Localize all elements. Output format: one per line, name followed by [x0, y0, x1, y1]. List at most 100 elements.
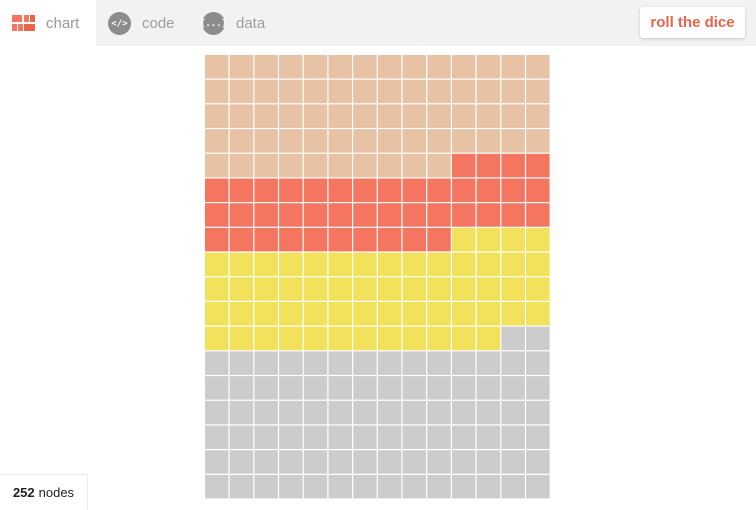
waffle-cell-series-1[interactable] [353, 153, 377, 178]
waffle-cell-series-3[interactable] [353, 302, 377, 326]
waffle-cell-series-1[interactable] [303, 153, 328, 178]
waffle-cell-series-4[interactable] [402, 351, 427, 375]
waffle-cell-series-3[interactable] [328, 252, 353, 277]
waffle-cell-series-4[interactable] [501, 450, 525, 474]
waffle-cell-series-3[interactable] [303, 277, 328, 301]
waffle-cell-series-4[interactable] [353, 351, 377, 375]
waffle-cell-series-4[interactable] [328, 425, 353, 450]
waffle-cell-series-1[interactable] [476, 104, 501, 128]
waffle-cell-series-3[interactable] [279, 252, 303, 277]
waffle-cell-series-4[interactable] [205, 425, 229, 450]
waffle-cell-series-2[interactable] [452, 153, 476, 178]
waffle-cell-series-4[interactable] [501, 376, 525, 400]
waffle-cell-series-4[interactable] [501, 400, 525, 425]
waffle-cell-series-4[interactable] [205, 450, 229, 474]
waffle-cell-series-4[interactable] [229, 351, 254, 375]
waffle-cell-series-1[interactable] [501, 79, 525, 104]
waffle-cell-series-2[interactable] [353, 178, 377, 203]
waffle-cell-series-4[interactable] [452, 351, 476, 375]
waffle-cell-series-1[interactable] [476, 55, 501, 79]
waffle-cell-series-1[interactable] [279, 104, 303, 128]
waffle-cell-series-4[interactable] [279, 351, 303, 375]
waffle-cell-series-3[interactable] [328, 326, 353, 351]
waffle-cell-series-4[interactable] [303, 450, 328, 474]
waffle-cell-series-3[interactable] [452, 277, 476, 301]
waffle-cell-series-1[interactable] [205, 55, 229, 79]
waffle-cell-series-3[interactable] [452, 227, 476, 252]
waffle-cell-series-2[interactable] [377, 227, 402, 252]
waffle-cell-series-3[interactable] [501, 302, 525, 326]
waffle-cell-series-1[interactable] [353, 79, 377, 104]
waffle-cell-series-4[interactable] [205, 351, 229, 375]
waffle-cell-series-3[interactable] [254, 302, 278, 326]
waffle-cell-series-2[interactable] [377, 178, 402, 203]
waffle-cell-series-1[interactable] [303, 79, 328, 104]
waffle-cell-series-1[interactable] [279, 153, 303, 178]
waffle-cell-series-3[interactable] [526, 252, 550, 277]
waffle-cell-series-3[interactable] [501, 227, 525, 252]
waffle-cell-series-2[interactable] [279, 203, 303, 227]
waffle-cell-series-3[interactable] [377, 302, 402, 326]
waffle-cell-series-2[interactable] [254, 203, 278, 227]
waffle-cell-series-3[interactable] [476, 252, 501, 277]
waffle-cell-series-4[interactable] [229, 376, 254, 400]
waffle-cell-series-4[interactable] [377, 450, 402, 474]
waffle-cell-series-1[interactable] [377, 104, 402, 128]
waffle-cell-series-3[interactable] [254, 277, 278, 301]
waffle-cell-series-2[interactable] [328, 178, 353, 203]
waffle-cell-series-2[interactable] [526, 178, 550, 203]
waffle-cell-series-1[interactable] [328, 104, 353, 128]
waffle-cell-series-4[interactable] [279, 425, 303, 450]
waffle-cell-series-4[interactable] [205, 474, 229, 499]
waffle-cell-series-1[interactable] [452, 55, 476, 79]
waffle-cell-series-3[interactable] [501, 252, 525, 277]
waffle-cell-series-2[interactable] [427, 227, 451, 252]
waffle-cell-series-1[interactable] [229, 153, 254, 178]
waffle-cell-series-4[interactable] [205, 400, 229, 425]
waffle-cell-series-1[interactable] [427, 104, 451, 128]
waffle-cell-series-4[interactable] [427, 351, 451, 375]
waffle-cell-series-4[interactable] [526, 474, 550, 499]
waffle-cell-series-1[interactable] [526, 129, 550, 153]
waffle-cell-series-2[interactable] [303, 178, 328, 203]
waffle-cell-series-4[interactable] [452, 376, 476, 400]
waffle-cell-series-3[interactable] [353, 277, 377, 301]
waffle-cell-series-1[interactable] [452, 129, 476, 153]
waffle-cell-series-1[interactable] [526, 104, 550, 128]
waffle-cell-series-4[interactable] [254, 425, 278, 450]
waffle-cell-series-2[interactable] [501, 153, 525, 178]
waffle-cell-series-2[interactable] [476, 153, 501, 178]
waffle-cell-series-3[interactable] [353, 326, 377, 351]
waffle-cell-series-3[interactable] [377, 277, 402, 301]
waffle-cell-series-4[interactable] [328, 351, 353, 375]
waffle-cell-series-2[interactable] [279, 178, 303, 203]
waffle-cell-series-1[interactable] [205, 129, 229, 153]
waffle-cell-series-2[interactable] [205, 227, 229, 252]
waffle-cell-series-3[interactable] [303, 326, 328, 351]
waffle-cell-series-1[interactable] [254, 129, 278, 153]
waffle-cell-series-4[interactable] [328, 376, 353, 400]
waffle-cell-series-1[interactable] [353, 104, 377, 128]
waffle-cell-series-3[interactable] [427, 302, 451, 326]
waffle-cell-series-3[interactable] [402, 277, 427, 301]
waffle-cell-series-1[interactable] [303, 129, 328, 153]
waffle-cell-series-4[interactable] [476, 400, 501, 425]
waffle-cell-series-4[interactable] [377, 351, 402, 375]
waffle-cell-series-4[interactable] [377, 474, 402, 499]
waffle-cell-series-3[interactable] [279, 302, 303, 326]
waffle-cell-series-2[interactable] [377, 203, 402, 227]
waffle-cell-series-2[interactable] [501, 203, 525, 227]
waffle-cell-series-1[interactable] [377, 55, 402, 79]
waffle-cell-series-4[interactable] [427, 425, 451, 450]
waffle-cell-series-2[interactable] [229, 227, 254, 252]
waffle-cell-series-1[interactable] [501, 104, 525, 128]
waffle-cell-series-1[interactable] [452, 79, 476, 104]
waffle-cell-series-1[interactable] [377, 153, 402, 178]
waffle-cell-series-4[interactable] [303, 376, 328, 400]
waffle-cell-series-4[interactable] [501, 351, 525, 375]
waffle-cell-series-4[interactable] [402, 425, 427, 450]
waffle-cell-series-1[interactable] [229, 79, 254, 104]
waffle-cell-series-3[interactable] [229, 302, 254, 326]
waffle-cell-series-4[interactable] [279, 474, 303, 499]
waffle-cell-series-2[interactable] [328, 203, 353, 227]
